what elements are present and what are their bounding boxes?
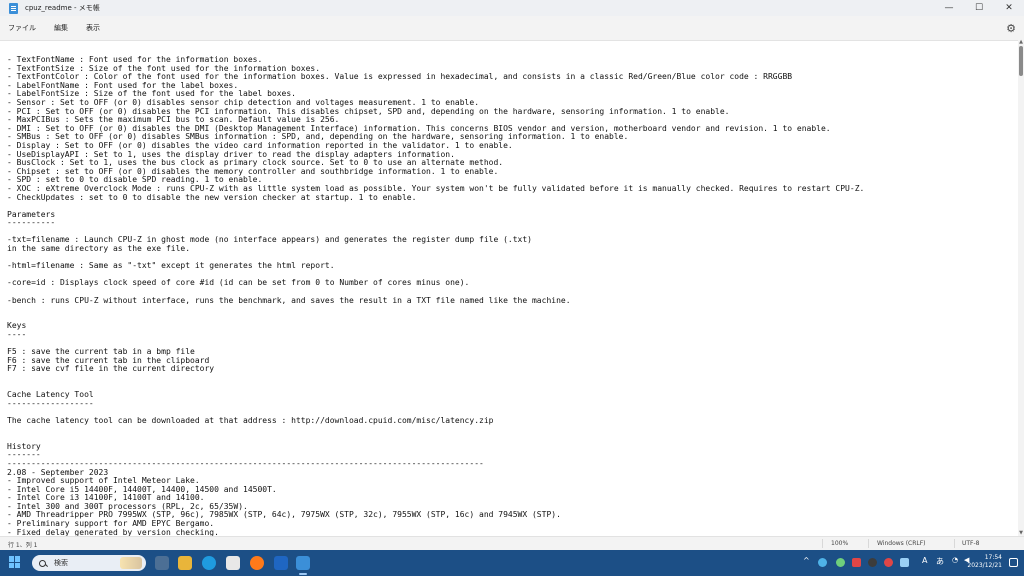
tray-app-icon[interactable] [868,558,877,567]
editor-line: History [7,441,41,451]
settings-gear-icon[interactable]: ⚙ [1004,21,1018,35]
tray-app-icon[interactable] [884,558,893,567]
firefox-icon[interactable] [250,556,264,570]
text-editor[interactable]: - TextFontName : Font used for the infor… [0,40,1018,536]
editor-line: ---------- [7,218,56,228]
editor-line: F7 : save cvf file in the current direct… [7,364,215,374]
editor-text: - TextFontName : Font used for the infor… [7,55,864,536]
windows-logo-icon [15,556,20,562]
search-label: 検索 [54,559,68,567]
notepad-app-icon [9,2,18,14]
line-ending: Windows (CRLF) [877,540,926,547]
ime-mode-kana[interactable]: あ [936,556,944,567]
status-divider [954,539,955,548]
menu-edit[interactable]: 編集 [54,23,68,33]
editor-line: ---- [7,330,27,339]
outlook-icon[interactable] [274,556,288,570]
onedrive-icon[interactable] [818,558,827,567]
windows-logo-icon [9,562,14,568]
editor-line: -core=id : Displays clock speed of core … [7,278,470,288]
editor-line: Keys [7,321,27,331]
encoding: UTF-8 [962,540,980,547]
editor-line: ------------------ [7,398,94,408]
search-icon [39,559,46,567]
menu-view[interactable]: 表示 [86,23,100,33]
vertical-scrollbar[interactable]: ▲ ▼ [1018,40,1024,536]
ime-mode-a[interactable]: A [922,556,927,565]
windows-logo-icon [15,562,20,568]
scrollbar-thumb[interactable] [1019,46,1023,76]
widgets-icon[interactable] [155,556,169,570]
menu-file[interactable]: ファイル [8,23,36,33]
editor-line: - Fixed delay generated by version check… [7,527,219,536]
status-divider [868,539,869,548]
taskbar-search[interactable]: 検索 [32,555,146,571]
tray-overflow-chevron-icon[interactable]: ^ [803,556,810,565]
clock-date: 2023/12/21 [967,562,1002,569]
taskbar: 検索 ^ A あ ◔ ◀ 17:54 2023/12/21 [0,550,1024,576]
notification-icon[interactable] [1009,558,1018,567]
window-controls: — ☐ ✕ [934,0,1024,16]
store-icon[interactable] [226,556,240,570]
windows-logo-icon [9,556,14,562]
menu-bar: ファイル 編集 表示 ⚙ [0,16,1024,40]
editor-line: - CheckUpdates : set to 0 to disable the… [7,192,417,202]
notepad-taskbar-icon[interactable] [296,556,310,575]
tray-app-icon[interactable] [900,558,909,567]
zoom-level: 100% [831,540,849,547]
editor-line: in the same directory as the exe file. [7,244,191,254]
clock-time: 17:54 [984,554,1002,561]
editor-line: ----------------------------------------… [7,458,484,468]
network-icon[interactable]: ◔ [952,556,958,564]
system-clock[interactable]: 17:54 2023/12/21 [967,554,1002,570]
tray-app-icon[interactable] [852,558,861,567]
window-title: cpuz_readme - メモ帳 [25,4,100,12]
status-bar: 行 1、列 1 100% Windows (CRLF) UTF-8 [0,536,1024,550]
edge-browser-icon[interactable] [202,556,216,570]
scroll-up-arrow-icon[interactable]: ▲ [1018,40,1024,45]
minimize-button[interactable]: — [934,0,964,16]
editor-line: Parameters [7,209,56,219]
file-explorer-icon[interactable] [178,556,192,570]
start-button[interactable] [9,556,21,568]
search-highlight-image [120,557,142,569]
editor-line: -bench : runs CPU-Z without interface, r… [7,295,571,305]
maximize-button[interactable]: ☐ [964,0,994,16]
tray-app-icon[interactable] [836,558,845,567]
close-button[interactable]: ✕ [994,0,1024,16]
title-bar: cpuz_readme - メモ帳 — ☐ ✕ [0,0,1024,16]
status-divider [822,539,823,548]
cursor-position: 行 1、列 1 [8,542,38,549]
editor-line: The cache latency tool can be downloaded… [7,415,494,425]
editor-line: -html=filename : Same as "-txt" except i… [7,261,335,271]
editor-line: Cache Latency Tool [7,390,94,400]
